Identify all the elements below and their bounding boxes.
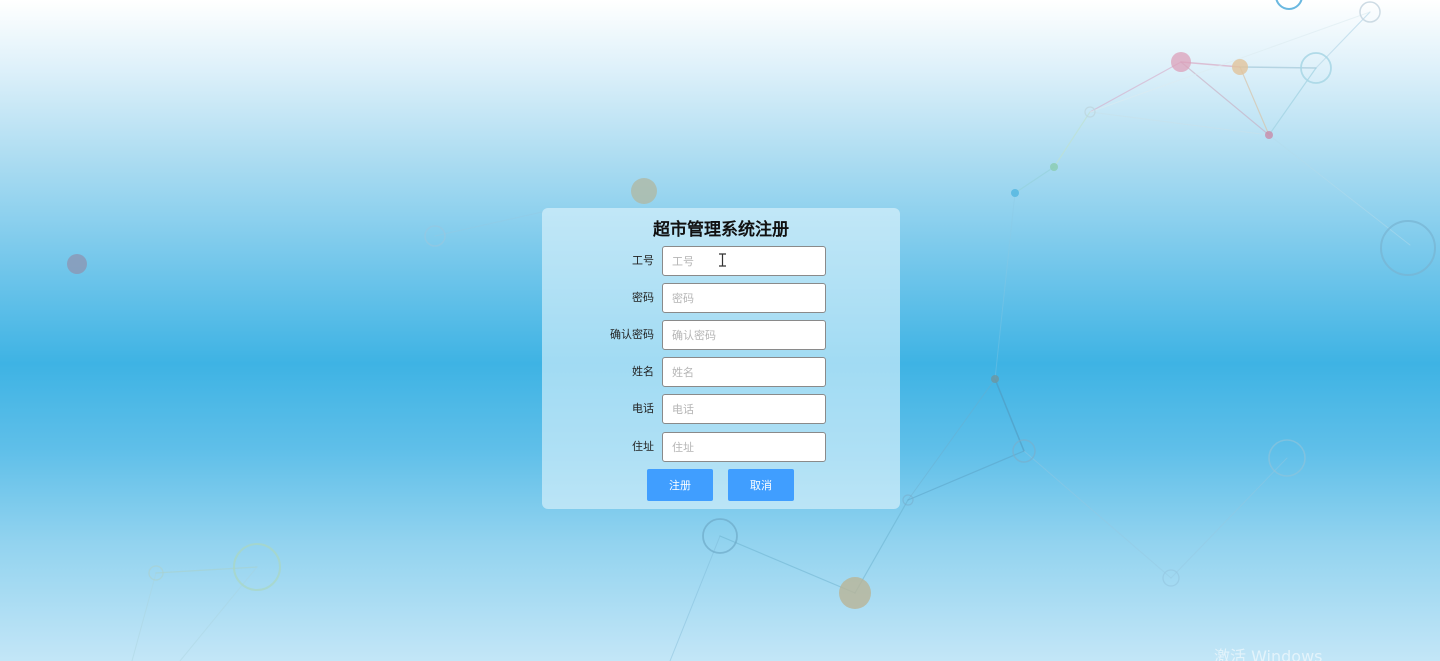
confirm-password-input[interactable] bbox=[662, 320, 826, 350]
phone-input[interactable] bbox=[662, 394, 826, 424]
phone-label: 电话 bbox=[632, 402, 654, 415]
name-label: 姓名 bbox=[632, 365, 654, 378]
activate-windows-watermark: 激活 Windows bbox=[1214, 647, 1323, 661]
password-label: 密码 bbox=[632, 291, 654, 304]
address-label: 住址 bbox=[632, 440, 654, 453]
cancel-button[interactable]: 取消 bbox=[728, 469, 794, 501]
text-cursor-icon bbox=[719, 253, 726, 267]
field-row-phone: 电话 bbox=[542, 394, 900, 424]
field-row-address: 住址 bbox=[542, 432, 900, 462]
register-button[interactable]: 注册 bbox=[647, 469, 713, 501]
employee-id-input[interactable] bbox=[662, 246, 826, 276]
name-input[interactable] bbox=[662, 357, 826, 387]
password-input[interactable] bbox=[662, 283, 826, 313]
field-row-confirm-password: 确认密码 bbox=[542, 320, 900, 350]
confirm-password-label: 确认密码 bbox=[610, 328, 654, 341]
page-title: 超市管理系统注册 bbox=[653, 220, 789, 240]
address-input[interactable] bbox=[662, 432, 826, 462]
field-row-name: 姓名 bbox=[542, 357, 900, 387]
field-row-password: 密码 bbox=[542, 283, 900, 313]
employee-id-label: 工号 bbox=[632, 254, 654, 267]
